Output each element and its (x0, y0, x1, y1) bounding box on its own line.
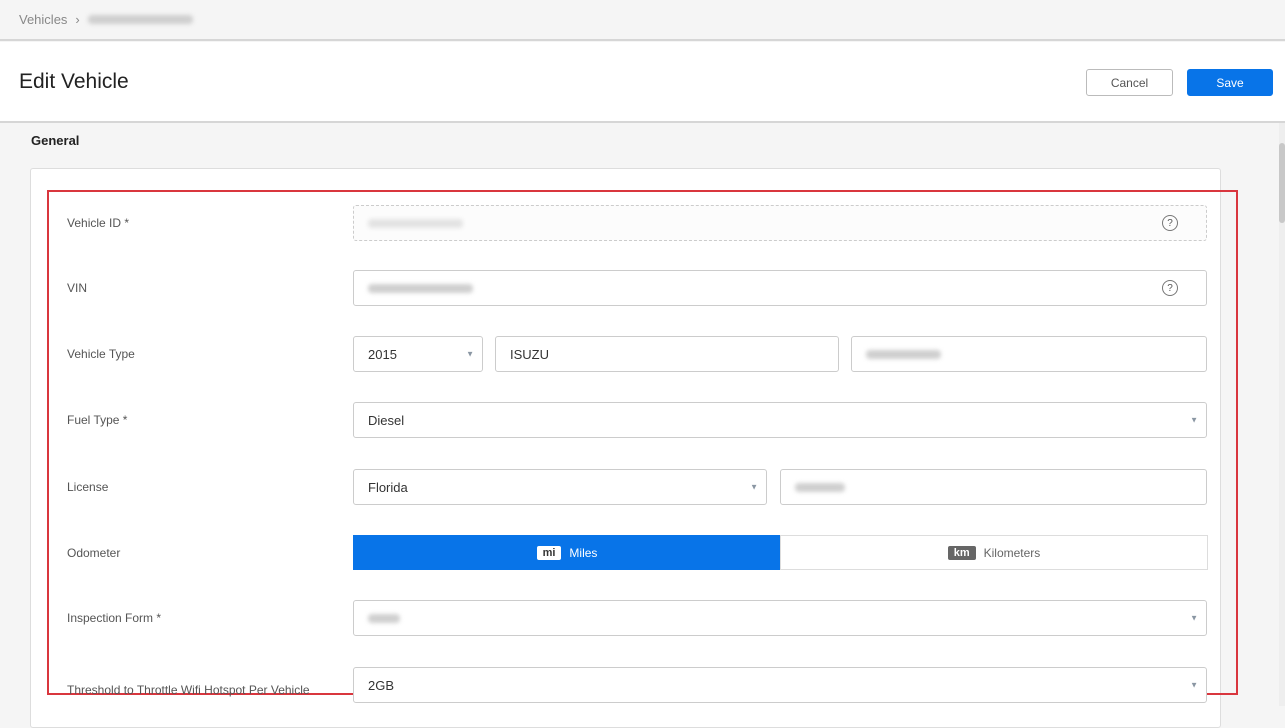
license-label: License (67, 480, 109, 494)
vehicle-id-label: Vehicle ID * (67, 216, 130, 230)
row-inspection-form: Inspection Form * ▼ (67, 600, 1208, 636)
vin-label: VIN (67, 281, 88, 295)
row-fuel-type: Fuel Type * Diesel ▼ (67, 402, 1208, 438)
row-vehicle-id: Vehicle ID * ? (67, 205, 1208, 241)
chevron-down-icon: ▼ (466, 349, 474, 359)
fuel-type-label: Fuel Type * (67, 413, 128, 427)
breadcrumb-current-redacted (87, 15, 193, 24)
km-badge: km (947, 545, 976, 560)
row-threshold: Threshold to Throttle Wifi Hotspot Per V… (67, 667, 1208, 703)
inspection-form-label: Inspection Form * (67, 611, 162, 625)
fuel-type-value: Diesel (368, 412, 405, 428)
cancel-button[interactable]: Cancel (1086, 69, 1173, 96)
page-header: Edit Vehicle Cancel Save (0, 42, 1285, 123)
miles-label: Miles (569, 545, 598, 560)
fuel-type-select[interactable]: Diesel ▼ (353, 402, 1207, 438)
vin-input[interactable]: ? (353, 270, 1207, 306)
page-title: Edit Vehicle (19, 70, 129, 93)
row-odometer: Odometer mi Miles km Kilometers (67, 535, 1208, 571)
odometer-km-toggle[interactable]: km Kilometers (780, 535, 1208, 570)
threshold-label: Threshold to Throttle Wifi Hotspot Per V… (67, 683, 310, 698)
year-select[interactable]: 2015 ▼ (353, 336, 483, 372)
inspection-form-select[interactable]: ▼ (353, 600, 1207, 636)
section-title: General (31, 133, 80, 148)
row-license: License Florida ▼ (67, 469, 1208, 505)
miles-badge: mi (536, 545, 562, 560)
scrollbar[interactable] (1279, 123, 1285, 706)
row-vin: VIN ? (67, 270, 1208, 306)
make-input[interactable]: ISUZU (495, 336, 839, 372)
breadcrumb-vehicles[interactable]: Vehicles (19, 12, 67, 27)
chevron-down-icon: ▼ (1190, 613, 1198, 623)
odometer-label: Odometer (67, 546, 121, 560)
year-value: 2015 (368, 346, 397, 362)
scrollbar-thumb[interactable] (1279, 143, 1285, 223)
license-state-select[interactable]: Florida ▼ (353, 469, 767, 505)
help-icon[interactable]: ? (1162, 215, 1178, 231)
breadcrumb: Vehicles › (0, 0, 1285, 41)
make-value: ISUZU (510, 346, 549, 362)
save-button[interactable]: Save (1187, 69, 1273, 96)
help-icon[interactable]: ? (1162, 280, 1178, 296)
odometer-miles-toggle[interactable]: mi Miles (353, 535, 781, 570)
row-vehicle-type: Vehicle Type 2015 ▼ ISUZU (67, 336, 1208, 372)
vehicle-type-label: Vehicle Type (67, 347, 135, 361)
threshold-value: 2GB (368, 677, 395, 693)
threshold-select[interactable]: 2GB ▼ (353, 667, 1207, 703)
chevron-down-icon: ▼ (750, 482, 758, 492)
chevron-down-icon: ▼ (1190, 415, 1198, 425)
vehicle-id-input: ? (353, 205, 1207, 241)
chevron-down-icon: ▼ (1190, 680, 1198, 690)
model-input[interactable] (851, 336, 1207, 372)
km-label: Kilometers (983, 545, 1041, 560)
license-plate-input[interactable] (780, 469, 1207, 505)
license-state-value: Florida (368, 479, 408, 495)
breadcrumb-separator: › (75, 12, 80, 27)
